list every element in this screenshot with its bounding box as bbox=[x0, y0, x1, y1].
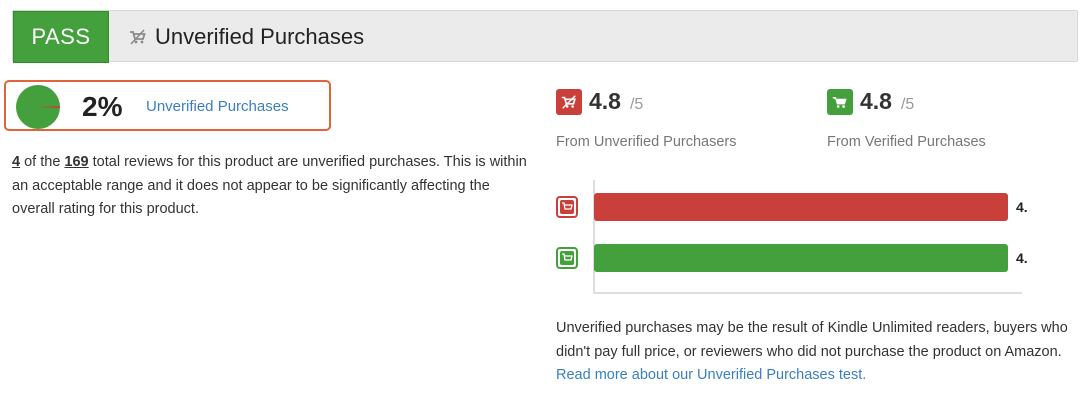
verified-cart-icon bbox=[827, 88, 853, 115]
description-text-1: of the bbox=[20, 154, 65, 170]
read-more-link[interactable]: Read more about our Unverified Purchases… bbox=[556, 367, 866, 383]
percentage-pie-icon bbox=[16, 85, 60, 129]
unverified-cart-icon bbox=[556, 88, 582, 115]
unverified-rating-max: /5 bbox=[629, 95, 644, 113]
pass-badge: PASS bbox=[13, 11, 109, 63]
footer-text: Unverified purchases may be the result o… bbox=[556, 320, 1068, 360]
rating-bar bbox=[594, 244, 1008, 272]
unverified-cart-icon bbox=[556, 196, 578, 218]
verified-rating-caption: From Verified Purchases bbox=[827, 134, 986, 150]
summary-box: 2% Unverified Purchases bbox=[4, 80, 331, 131]
verified-rating: 4.8 /5 From Verified Purchases bbox=[827, 88, 986, 150]
rating-comparison-chart: 4.8 4.8 bbox=[556, 180, 1028, 294]
unverified-rating-value: 4.8 bbox=[589, 88, 621, 114]
unverified-cart-icon bbox=[130, 29, 146, 45]
bar-value-label: 4.8 bbox=[1016, 250, 1028, 266]
unverified-purchases-link[interactable]: Unverified Purchases bbox=[146, 98, 289, 115]
review-description: 4 of the 169 total reviews for this prod… bbox=[12, 151, 532, 222]
header-title: Unverified Purchases bbox=[155, 24, 365, 49]
unverified-count: 4 bbox=[12, 154, 21, 170]
bar-value-label: 4.8 bbox=[1016, 199, 1028, 215]
header-title-group: Unverified Purchases bbox=[127, 11, 364, 63]
verified-rating-value: 4.8 bbox=[860, 88, 892, 114]
unverified-percentage: 2% bbox=[82, 91, 123, 122]
footer-note: Unverified purchases may be the result o… bbox=[556, 317, 1076, 388]
description-text-2: total reviews for this product are unver… bbox=[12, 154, 527, 217]
total-review-count: 169 bbox=[64, 154, 89, 170]
verified-rating-max: /5 bbox=[900, 95, 915, 113]
unverified-rating: 4.8 /5 From Unverified Purchasers bbox=[556, 88, 737, 150]
rating-bar bbox=[594, 193, 1008, 221]
unverified-rating-caption: From Unverified Purchasers bbox=[556, 134, 737, 150]
test-header: PASS Unverified Purchases bbox=[12, 10, 1078, 63]
verified-cart-icon bbox=[556, 247, 578, 269]
